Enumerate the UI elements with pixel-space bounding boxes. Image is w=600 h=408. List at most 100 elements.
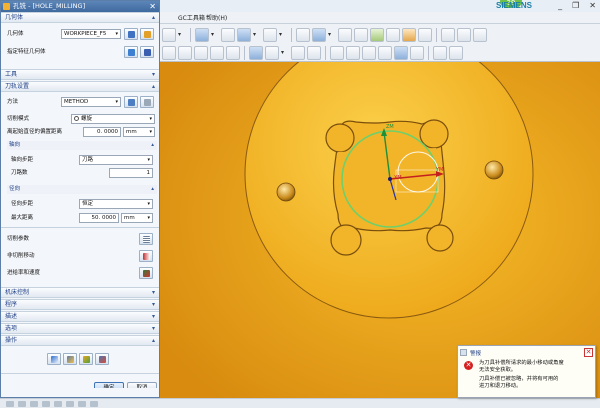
pass-count-input[interactable]: 1	[109, 168, 153, 178]
postprocess-icon[interactable]	[362, 46, 376, 60]
feeds-speeds-button[interactable]	[139, 267, 153, 279]
dropdown-arrow-icon[interactable]: ▾	[178, 28, 186, 42]
close-window-button[interactable]: ✕	[589, 1, 596, 10]
non-cut-moves-button[interactable]	[139, 250, 153, 262]
dialog-titlebar[interactable]: 孔铣 - [HOLE_MILLING] ✕	[1, 1, 159, 12]
offset-distance-label: 离起始直径的偏置距离	[7, 129, 63, 135]
shop-doc-icon[interactable]	[378, 46, 392, 60]
cancel-button[interactable]: 取消	[127, 382, 157, 388]
dropdown-arrow-icon[interactable]: ▾	[253, 28, 261, 42]
snap-end-icon[interactable]	[162, 46, 176, 60]
dialog-close-button[interactable]: ✕	[149, 1, 156, 12]
wrench-icon	[144, 99, 151, 106]
section-description[interactable]: 描述 ▾	[1, 311, 159, 322]
delete-icon[interactable]	[473, 28, 487, 42]
task-icon[interactable]	[78, 400, 86, 407]
face-rule-icon[interactable]	[291, 46, 305, 60]
section-options[interactable]: 选项 ▾	[1, 323, 159, 334]
offset-distance-unit[interactable]: mm ▾	[123, 127, 155, 137]
max-distance-unit[interactable]: mm ▾	[121, 213, 153, 223]
new-method-button[interactable]	[140, 96, 154, 108]
offset-distance-input[interactable]: 0. 0000	[83, 127, 121, 137]
dropdown-arrow-icon[interactable]: ▾	[328, 28, 336, 42]
fit-icon[interactable]	[221, 28, 235, 42]
replay-icon[interactable]	[394, 46, 408, 60]
move-icon[interactable]	[433, 46, 447, 60]
geometry-select[interactable]: WORKPIECE_F5 ▾	[61, 29, 121, 39]
cut-params-button[interactable]	[139, 233, 153, 245]
edit-method-button[interactable]	[124, 96, 138, 108]
snap-mid-icon[interactable]	[178, 46, 192, 60]
minimize-button[interactable]: _	[558, 1, 562, 10]
snap-point-icon[interactable]	[354, 28, 368, 42]
dropdown-arrow-icon: ▾	[115, 99, 118, 105]
replay-path-button[interactable]	[63, 353, 77, 365]
snap-quadrant-icon[interactable]	[210, 46, 224, 60]
snap-intersect-icon[interactable]	[226, 46, 240, 60]
menu-gc-toolbox[interactable]: GC工具箱	[178, 13, 205, 22]
maximize-button[interactable]: ❐	[572, 1, 579, 10]
section-geometry[interactable]: 几何体 ▴	[1, 12, 159, 23]
snap-icon[interactable]	[338, 28, 352, 42]
wrench-icon	[144, 31, 151, 38]
task-icon[interactable]	[66, 400, 74, 407]
program-icon[interactable]	[418, 28, 432, 42]
list-path-button[interactable]	[95, 353, 109, 365]
dropdown-arrow-icon: ▾	[147, 201, 150, 207]
curve-rule-icon[interactable]	[265, 46, 279, 60]
alarm-message-line: 刀具补偿已被忽略，并将有可用的	[479, 376, 559, 382]
specify-feature-button[interactable]	[124, 46, 138, 58]
task-icon[interactable]	[30, 400, 38, 407]
list-icon[interactable]	[410, 46, 424, 60]
display-feature-button[interactable]	[140, 46, 154, 58]
alarm-tab-icon[interactable]	[460, 349, 467, 356]
edit-geometry-button[interactable]	[124, 28, 138, 40]
dropdown-arrow-icon[interactable]: ▾	[281, 46, 289, 60]
operation-icon[interactable]	[330, 46, 344, 60]
task-icon[interactable]	[42, 400, 50, 407]
max-distance-input[interactable]: 50. 0000	[79, 213, 119, 223]
section-actions[interactable]: 操作 ▴	[1, 335, 159, 346]
body-rule-icon[interactable]	[307, 46, 321, 60]
generate-icon[interactable]	[370, 28, 384, 42]
transform-icon[interactable]	[449, 46, 463, 60]
alarm-close-button[interactable]: ✕	[584, 348, 593, 357]
view-orient-icon[interactable]	[195, 28, 209, 42]
menu-help[interactable]: 帮助(H)	[206, 13, 227, 22]
verify-icon[interactable]	[386, 28, 400, 42]
tool-path-icon[interactable]	[346, 46, 360, 60]
new-geometry-button[interactable]	[140, 28, 154, 40]
task-icon[interactable]	[18, 400, 26, 407]
tool-icon[interactable]	[402, 28, 416, 42]
subsection-axial[interactable]: 轴向 ▴	[7, 141, 157, 150]
menubar: GC工具箱 帮助(H)	[160, 12, 600, 24]
filter-icon[interactable]	[312, 28, 326, 42]
hole-milling-dialog: 孔铣 - [HOLE_MILLING] ✕ 几何体 ▴ 几何体 WORKPIEC…	[0, 0, 160, 398]
layer-icon[interactable]	[263, 28, 277, 42]
dropdown-arrow-icon[interactable]: ▾	[279, 28, 287, 42]
section-path-settings[interactable]: 刀轨设置 ▴	[1, 81, 159, 92]
ok-button[interactable]: 确定	[94, 382, 124, 388]
task-icon[interactable]	[54, 400, 62, 407]
chevron-down-icon: ▾	[151, 325, 155, 332]
generate-path-button[interactable]	[47, 353, 61, 365]
axial-step-select[interactable]: 刀路 ▾	[79, 155, 153, 165]
section-machine-control[interactable]: 机床控制 ▾	[1, 287, 159, 298]
render-style-icon[interactable]	[237, 28, 251, 42]
zoom-icon[interactable]	[162, 28, 176, 42]
subsection-radial[interactable]: 径向 ▴	[7, 185, 157, 194]
section-program[interactable]: 程序 ▾	[1, 299, 159, 310]
dropdown-arrow-icon[interactable]: ▾	[211, 28, 219, 42]
select-icon[interactable]	[296, 28, 310, 42]
snap-center-icon[interactable]	[194, 46, 208, 60]
cut-icon[interactable]	[441, 28, 455, 42]
task-icon[interactable]	[90, 400, 98, 407]
copy-icon[interactable]	[457, 28, 471, 42]
task-icon[interactable]	[6, 400, 14, 407]
verify-path-button[interactable]	[79, 353, 93, 365]
section-tool[interactable]: 工具 ▾	[1, 69, 159, 80]
method-select[interactable]: METHOD ▾	[61, 97, 121, 107]
selection-mode-icon[interactable]	[249, 46, 263, 60]
cut-mode-select[interactable]: 螺旋 ▾	[71, 114, 155, 124]
radial-step-select[interactable]: 恒定 ▾	[79, 199, 153, 209]
